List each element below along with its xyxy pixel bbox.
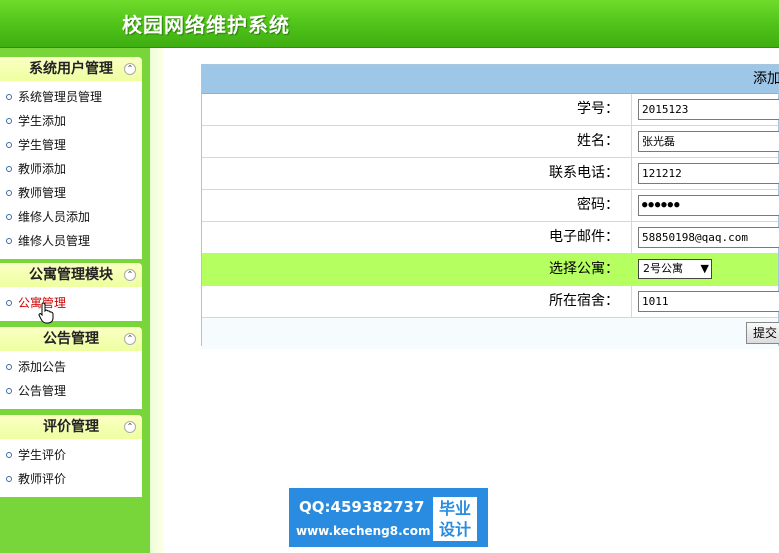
email-label: 电子邮件： — [202, 222, 632, 253]
name-label: 姓名： — [202, 126, 632, 157]
panel-header[interactable]: 系统用户管理 ⌃ — [0, 57, 142, 81]
collapse-icon[interactable]: ⌃ — [124, 63, 136, 75]
panel-title: 公告管理 — [43, 331, 99, 347]
password-input[interactable]: ●●●●●● — [638, 195, 779, 216]
badge-url-text: www.kecheng8.com — [296, 524, 431, 538]
badge-tag-line1: 毕业 — [438, 499, 471, 518]
sidebar-item-teacher-management[interactable]: 教师管理 — [0, 181, 142, 205]
bullet-icon — [6, 190, 12, 196]
bullet-icon — [6, 142, 12, 148]
chevron-down-icon: ▼ — [700, 262, 709, 275]
student-id-input[interactable]: 2015123 — [638, 99, 779, 120]
form-title-bar: 添加 — [202, 65, 779, 94]
bullet-icon — [6, 166, 12, 172]
form-row-name: 姓名： 张光磊 — [202, 126, 779, 158]
sidebar-item-student-management[interactable]: 学生管理 — [0, 133, 142, 157]
sidebar-item-maintenance-management[interactable]: 维修人员管理 — [0, 229, 142, 253]
apartment-label: 选择公寓： — [202, 254, 632, 285]
form-row-phone: 联系电话： 121212 — [202, 158, 779, 190]
watermark-badge: QQ:459382737 www.kecheng8.com 毕业 设计 — [289, 488, 488, 547]
collapse-icon[interactable]: ⌃ — [124, 333, 136, 345]
panel-header[interactable]: 公告管理 ⌃ — [0, 327, 142, 351]
panel-evaluation: 评价管理 ⌃ 学生评价 教师评价 — [0, 415, 142, 497]
app-title: 校园网络维护系统 — [122, 13, 290, 37]
form-row-password: 密码： ●●●●●● — [202, 190, 779, 222]
bullet-icon — [6, 300, 12, 306]
email-input[interactable]: 58850198@qaq.com — [638, 227, 779, 248]
app-header: 校园网络维护系统 — [0, 0, 779, 48]
apartment-select-value: 2号公寓 — [643, 262, 683, 275]
sidebar-item-admin-management[interactable]: 系统管理员管理 — [0, 85, 142, 109]
panel-header[interactable]: 评价管理 ⌃ — [0, 415, 142, 439]
dorm-input[interactable]: 1011 — [638, 291, 779, 312]
sidebar-item-add-notice[interactable]: 添加公告 — [0, 355, 142, 379]
panel-title: 评价管理 — [43, 419, 99, 435]
sidebar-item-apartment-management[interactable]: 公寓管理 — [0, 291, 142, 315]
panel-title: 系统用户管理 — [29, 61, 113, 77]
sidebar-edge — [150, 48, 164, 553]
sidebar-item-teacher-evaluation[interactable]: 教师评价 — [0, 467, 142, 491]
form-row-student-id: 学号： 2015123 — [202, 94, 779, 126]
apartment-select[interactable]: 2号公寓 ▼ — [638, 259, 712, 279]
add-student-form: 添加 学号： 2015123 姓名： 张光磊 联系电话： 121212 密码： … — [201, 64, 779, 349]
badge-tag-line2: 设计 — [438, 520, 471, 539]
form-submit-row: 提交 — [202, 318, 779, 349]
panel-title: 公寓管理模块 — [29, 267, 113, 283]
sidebar-item-add-teacher[interactable]: 教师添加 — [0, 157, 142, 181]
password-label: 密码： — [202, 190, 632, 221]
badge-tag: 毕业 设计 — [433, 497, 477, 541]
bullet-icon — [6, 452, 12, 458]
form-title: 添加 — [753, 71, 779, 87]
bullet-icon — [6, 238, 12, 244]
sidebar-item-student-evaluation[interactable]: 学生评价 — [0, 443, 142, 467]
sidebar-item-add-maintenance[interactable]: 维修人员添加 — [0, 205, 142, 229]
badge-qq-text: QQ:459382737 — [299, 498, 425, 516]
panel-apartment: 公寓管理模块 ⌃ 公寓管理 — [0, 263, 142, 321]
collapse-icon[interactable]: ⌃ — [124, 269, 136, 281]
sidebar-item-add-student[interactable]: 学生添加 — [0, 109, 142, 133]
submit-button[interactable]: 提交 — [746, 322, 779, 344]
hand-cursor-icon — [38, 302, 54, 324]
collapse-icon[interactable]: ⌃ — [124, 421, 136, 433]
bullet-icon — [6, 214, 12, 220]
phone-input[interactable]: 121212 — [638, 163, 779, 184]
bullet-icon — [6, 476, 12, 482]
name-input[interactable]: 张光磊 — [638, 131, 779, 152]
panel-header[interactable]: 公寓管理模块 ⌃ — [0, 263, 142, 287]
panel-notice: 公告管理 ⌃ 添加公告 公告管理 — [0, 327, 142, 409]
bullet-icon — [6, 118, 12, 124]
form-row-email: 电子邮件： 58850198@qaq.com — [202, 222, 779, 254]
form-row-apartment: 选择公寓： 2号公寓 ▼ — [202, 254, 778, 286]
form-row-dorm: 所在宿舍： 1011 — [202, 286, 779, 318]
dorm-label: 所在宿舍： — [202, 286, 632, 317]
sidebar-item-notice-management[interactable]: 公告管理 — [0, 379, 142, 403]
panel-user-management: 系统用户管理 ⌃ 系统管理员管理 学生添加 学生管理 教师添加 教师管理 维修人… — [0, 57, 142, 259]
bullet-icon — [6, 364, 12, 370]
bullet-icon — [6, 388, 12, 394]
bullet-icon — [6, 94, 12, 100]
student-id-label: 学号： — [202, 94, 632, 125]
phone-label: 联系电话： — [202, 158, 632, 189]
